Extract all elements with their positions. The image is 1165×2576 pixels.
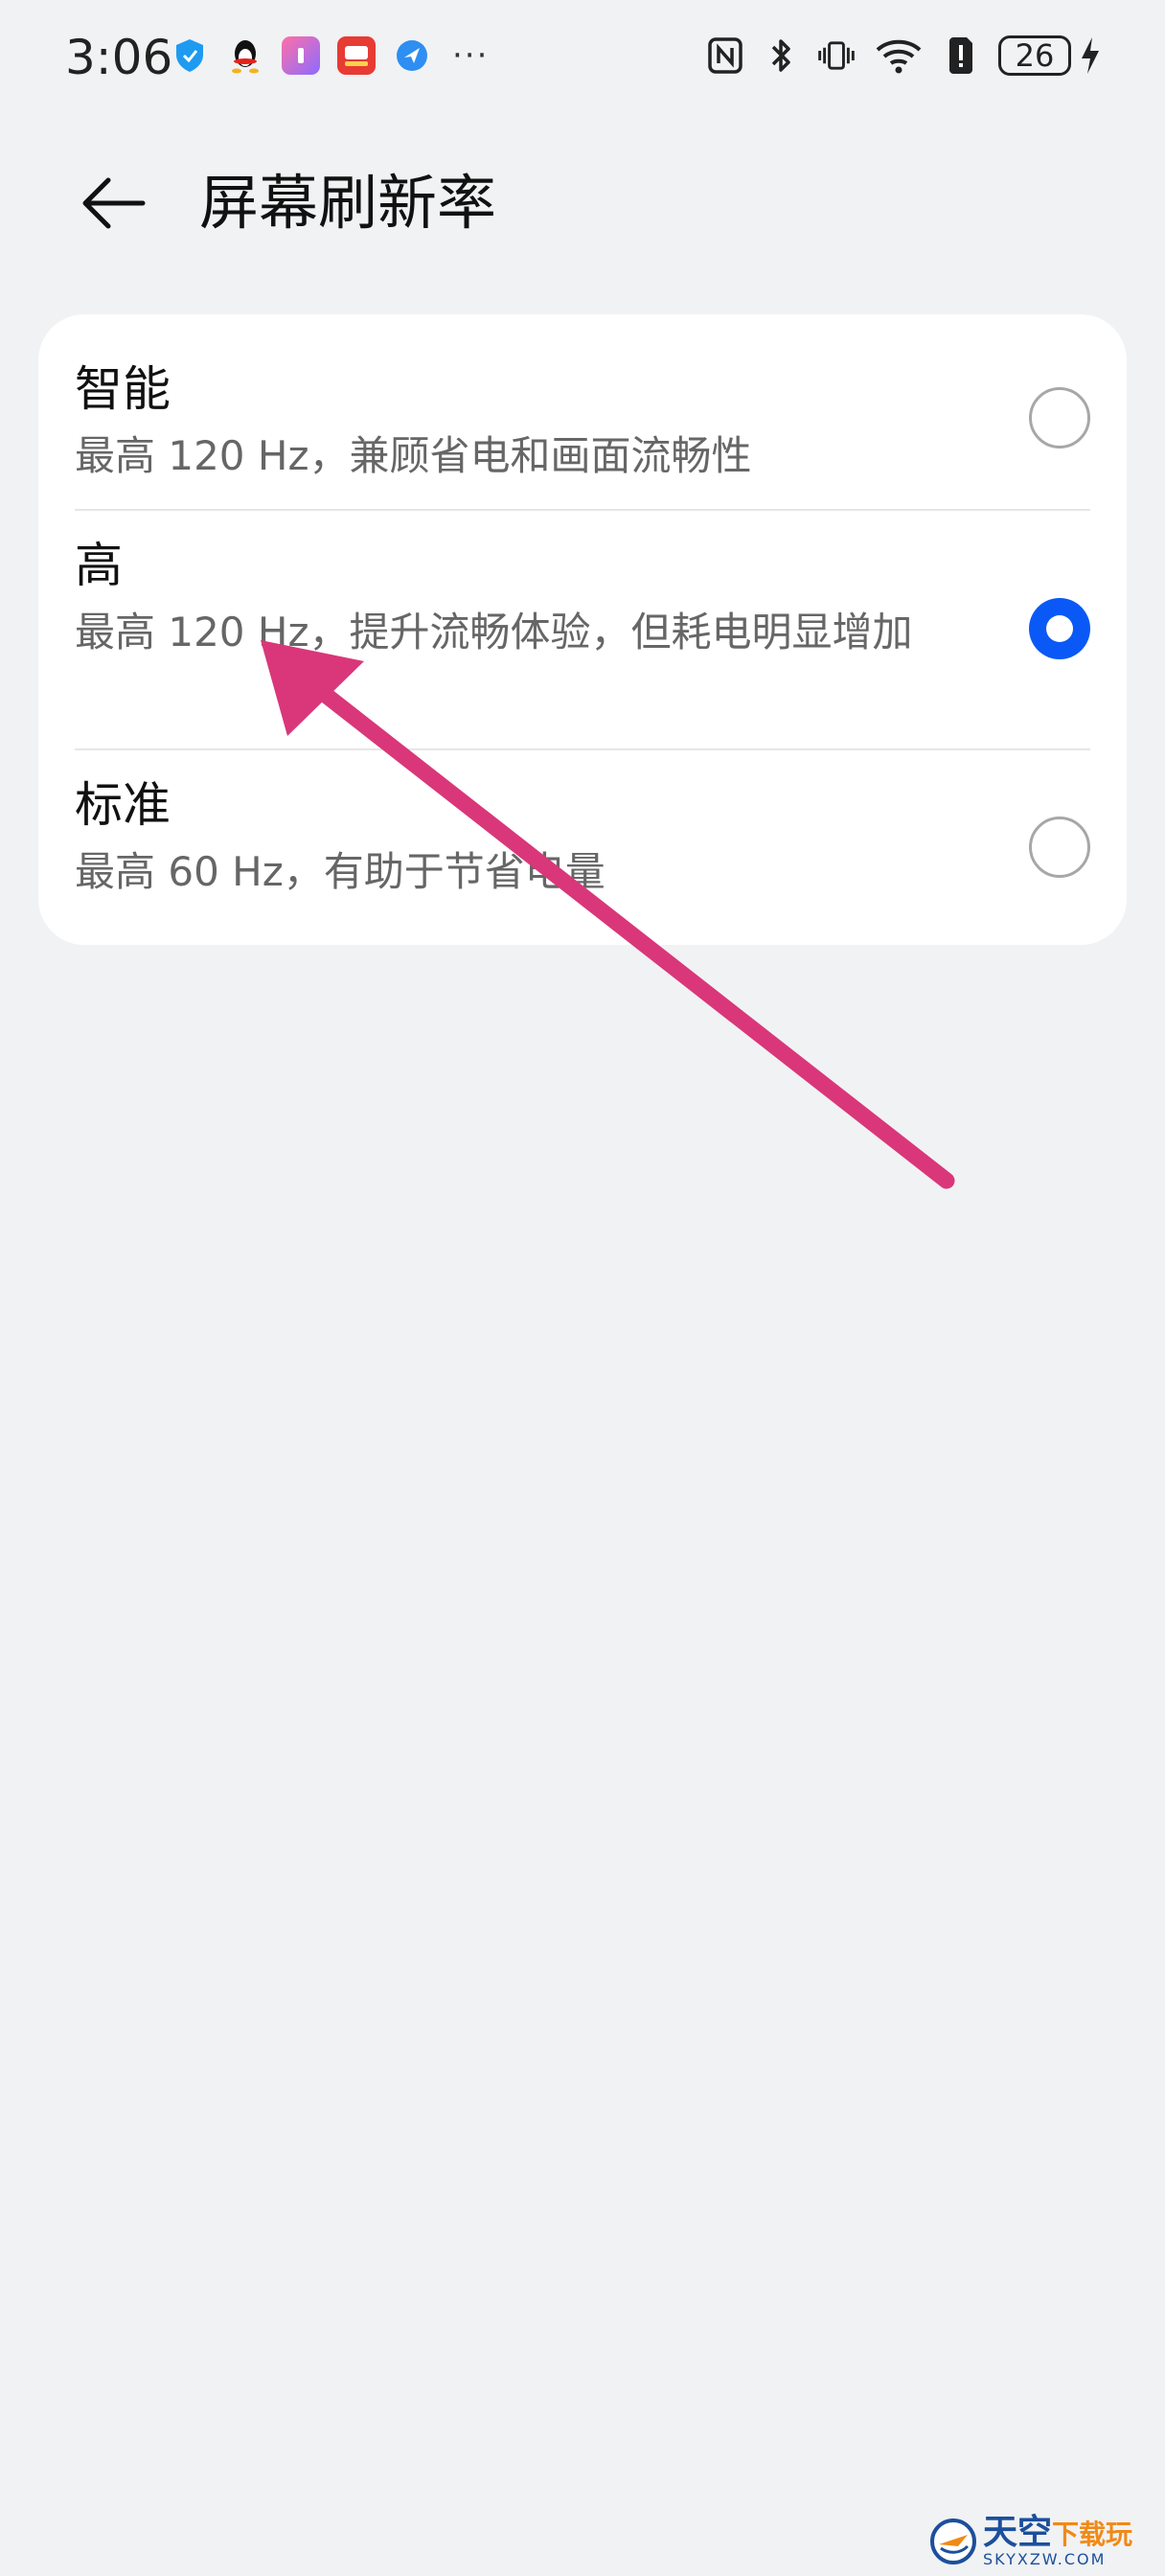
shield-app-icon	[171, 36, 209, 75]
watermark-cn-sub: 下载玩	[1052, 2518, 1133, 2550]
notification-icons: ···	[171, 36, 489, 75]
radio-high[interactable]	[1029, 598, 1090, 659]
nfc-icon	[707, 34, 743, 77]
option-description: 最高 120 Hz，兼顾省电和画面流畅性	[75, 432, 752, 479]
more-notifications-indicator: ···	[452, 36, 490, 75]
status-bar: 3:06 ··· 26	[0, 0, 1165, 115]
radio-smart[interactable]	[1029, 387, 1090, 448]
charging-icon	[1079, 34, 1102, 77]
watermark-text: 天空下载玩 SKYXZW.COM	[983, 2516, 1132, 2567]
vibrate-icon	[818, 34, 855, 77]
browser-app-icon	[393, 36, 431, 75]
gallery-app-icon	[282, 36, 320, 75]
qq-icon	[226, 36, 264, 75]
battery-icon: 26	[998, 35, 1071, 76]
option-description: 最高 60 Hz，有助于节省电量	[75, 848, 605, 895]
back-button[interactable]	[75, 165, 151, 242]
bluetooth-icon	[763, 34, 799, 77]
option-title: 高	[75, 538, 123, 593]
page-title: 屏幕刷新率	[199, 168, 497, 238]
radio-standard[interactable]	[1029, 816, 1090, 878]
back-arrow-icon	[82, 177, 146, 229]
option-description: 最高 120 Hz，提升流畅体验，但耗电明显增加	[75, 609, 913, 656]
watermark-en: SKYXZW.COM	[983, 2550, 1107, 2568]
watermark-cn-main: 天空	[983, 2513, 1053, 2552]
system-icons: 26	[707, 34, 1102, 77]
option-title: 标准	[75, 777, 171, 833]
shop-app-icon	[337, 36, 376, 75]
wifi-icon	[874, 34, 924, 77]
watermark-logo-icon	[930, 2518, 976, 2564]
option-standard[interactable]: 标准 最高 60 Hz，有助于节省电量	[38, 749, 1127, 945]
refresh-rate-options-card: 智能 最高 120 Hz，兼顾省电和画面流畅性 高 最高 120 Hz，提升流畅…	[38, 314, 1127, 945]
battery-level: 26	[1015, 37, 1055, 74]
watermark: 天空下载玩 SKYXZW.COM	[929, 2511, 1159, 2572]
option-smart[interactable]: 智能 最高 120 Hz，兼顾省电和画面流畅性	[38, 314, 1127, 510]
sim-alert-icon	[943, 34, 979, 77]
option-high[interactable]: 高 最高 120 Hz，提升流畅体验，但耗电明显增加	[38, 510, 1127, 749]
option-title: 智能	[75, 361, 171, 417]
status-time: 3:06	[65, 30, 173, 85]
